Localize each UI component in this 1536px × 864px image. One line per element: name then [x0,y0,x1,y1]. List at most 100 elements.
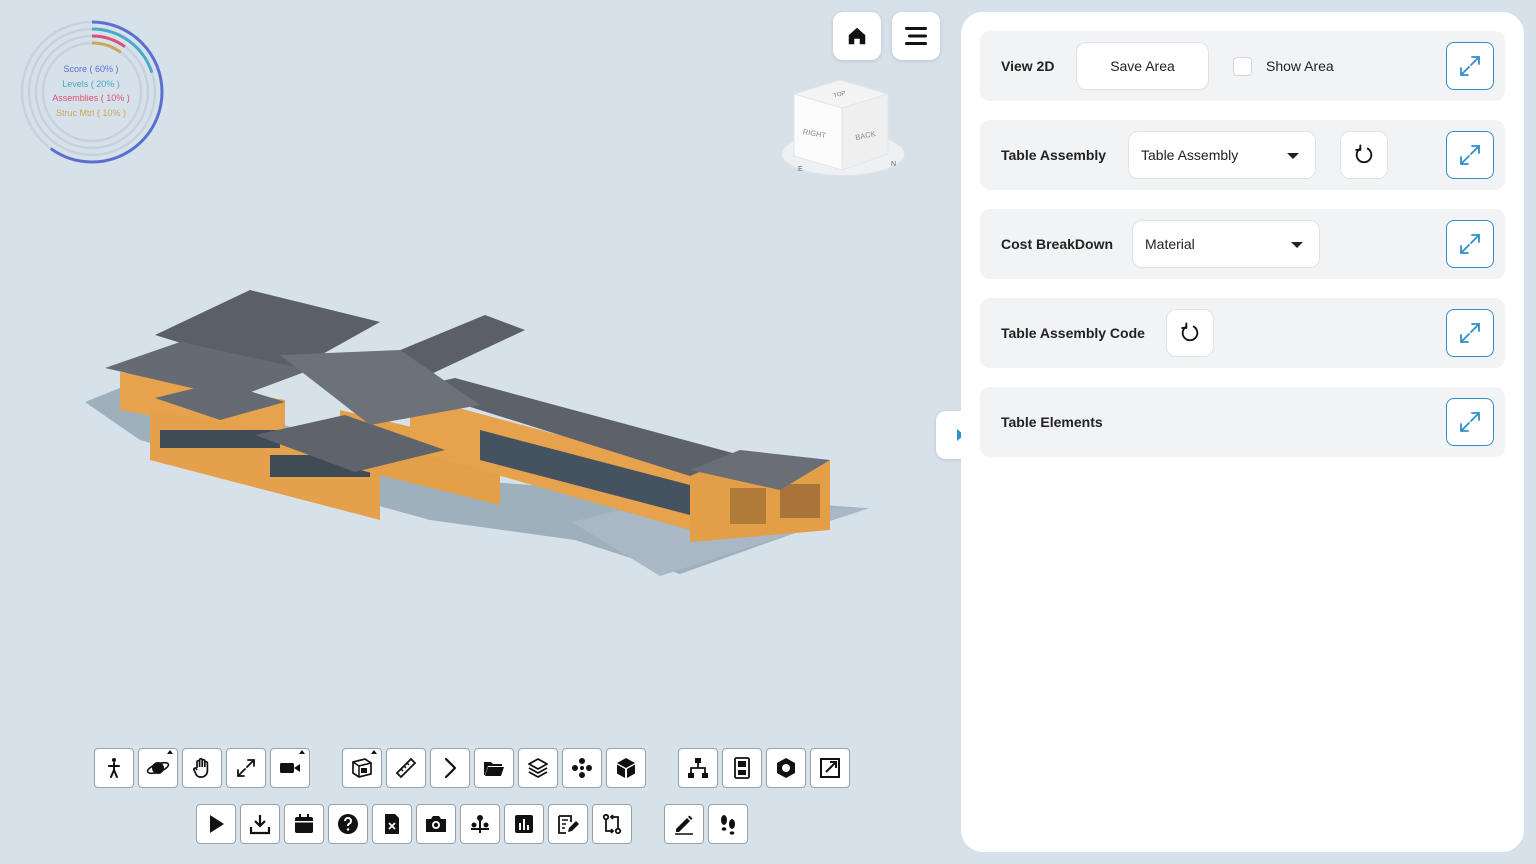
download-button[interactable] [240,804,280,844]
refresh-button-table-assembly-code[interactable] [1166,309,1214,357]
screenshot-button[interactable] [416,804,456,844]
refresh-icon [1355,144,1373,164]
view-cube[interactable]: TOP RIGHT BACK E N [778,76,910,186]
folder-icon [484,762,504,776]
hierarchy-icon [688,758,708,778]
score-rings: Score ( 60% ) Levels ( 20% ) Assemblies … [18,18,166,166]
expand-icon [1460,234,1480,254]
hierarchy-button[interactable] [678,748,718,788]
properties-icon [734,757,750,779]
expand-icon [1460,323,1480,343]
resize-icon [820,758,840,778]
pins-button[interactable] [460,804,500,844]
pins-icon [471,815,489,833]
show-area-checkbox[interactable] [1233,57,1252,76]
home-button[interactable] [833,12,881,60]
export-file-button[interactable] [372,804,412,844]
layers-button[interactable] [518,748,558,788]
dropdown-indicator-icon [299,750,305,754]
compass-e-label: E [798,166,803,173]
cost-breakdown-selected: Material [1145,236,1195,252]
markup-button[interactable] [664,804,704,844]
camera-video-icon [280,763,300,773]
table-elements-row: Table Elements [980,387,1505,457]
label-score: Score ( 60% ) [63,64,119,74]
explode-button[interactable] [562,748,602,788]
layers-icon [528,758,548,778]
expand-button-view2d[interactable] [1446,42,1494,90]
expand-button-cost-breakdown[interactable] [1446,220,1494,268]
pan-hand-icon [193,757,209,778]
pencil-icon [675,815,693,835]
walkthrough-button[interactable] [708,804,748,844]
right-panel: View 2D Save Area Show Area Table Assemb… [961,12,1524,852]
help-icon [338,814,358,834]
resize-button[interactable] [810,748,850,788]
table-elements-label: Table Elements [1001,414,1103,430]
refresh-button-table-assembly[interactable] [1340,131,1388,179]
play-icon [210,815,224,833]
dropdown-indicator-icon [167,750,173,754]
table-assembly-selected: Table Assembly [1141,147,1239,163]
cost-breakdown-label: Cost BreakDown [1001,236,1114,252]
edit-list-icon [558,815,579,834]
chart-button[interactable] [504,804,544,844]
chevron-down-icon [1287,153,1299,159]
table-assembly-label: Table Assembly [1001,147,1107,163]
download-icon [249,815,271,835]
compare-icon [602,813,622,835]
footprints-icon [721,815,735,835]
section-box-icon [352,758,372,778]
label-levels: Levels ( 20% ) [62,78,120,89]
label-assemblies: Assemblies ( 10% ) [52,93,130,103]
expand-button-table-assembly[interactable] [1446,131,1494,179]
section-box-button[interactable] [342,748,382,788]
measure-button[interactable] [386,748,426,788]
table-assembly-code-label: Table Assembly Code [1001,325,1145,341]
measure-ruler-icon [395,757,417,779]
expand-icon [1460,145,1480,165]
open-folder-button[interactable] [474,748,514,788]
table-assembly-code-row: Table Assembly Code [980,298,1505,368]
edit-list-button[interactable] [548,804,588,844]
menu-icon [905,27,927,45]
chart-icon [515,815,533,833]
compare-button[interactable] [592,804,632,844]
next-button[interactable] [430,748,470,788]
3d-model-viewport[interactable] [80,280,880,590]
building-model [85,290,870,576]
file-x-icon [385,814,399,834]
properties-button[interactable] [722,748,762,788]
expand-button-table-elements[interactable] [1446,398,1494,446]
show-area-label: Show Area [1266,58,1334,74]
view2d-label: View 2D [1001,58,1055,74]
cube-button[interactable] [606,748,646,788]
fit-view-button[interactable] [226,748,266,788]
fit-icon [237,759,255,777]
orbit-icon [146,761,170,775]
walk-tool-button[interactable] [94,748,134,788]
calendar-button[interactable] [284,804,324,844]
expand-button-table-assembly-code[interactable] [1446,309,1494,357]
save-area-button[interactable]: Save Area [1076,42,1209,90]
hexagon-icon [777,758,795,778]
calendar-icon [295,814,313,833]
refresh-icon [1181,322,1199,342]
menu-button[interactable] [892,12,940,60]
expand-icon [1460,412,1480,432]
home-icon [848,27,866,45]
chevron-right-icon [444,757,457,779]
help-button[interactable] [328,804,368,844]
walk-icon [108,758,120,778]
cube-icon [617,758,635,778]
cost-breakdown-select[interactable]: Material [1132,220,1320,268]
play-button[interactable] [196,804,236,844]
table-assembly-select[interactable]: Table Assembly [1128,131,1316,179]
camera-tool-button[interactable] [270,748,310,788]
pan-tool-button[interactable] [182,748,222,788]
table-assembly-row: Table Assembly Table Assembly [980,120,1505,190]
view2d-row: View 2D Save Area Show Area [980,31,1505,101]
orbit-tool-button[interactable] [138,748,178,788]
hexagon-button[interactable] [766,748,806,788]
label-struc-mtrl: Struc Mtrl ( 10% ) [55,107,126,118]
